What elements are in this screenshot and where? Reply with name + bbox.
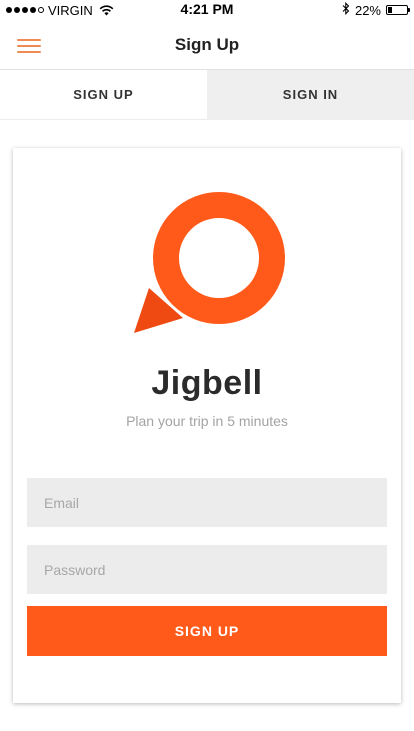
bluetooth-icon <box>342 1 350 18</box>
signal-dots-icon <box>6 7 44 13</box>
battery-fill <box>388 7 392 13</box>
battery-icon <box>386 5 410 15</box>
nav-bar: Sign Up <box>0 20 414 70</box>
password-field[interactable] <box>27 545 387 594</box>
carrier-name: VIRGIN <box>48 2 93 18</box>
signal-dot <box>14 7 20 13</box>
page-title: Sign Up <box>174 35 240 54</box>
email-field[interactable] <box>27 478 387 527</box>
tagline: Plan your trip in 5 minutes <box>126 413 288 429</box>
signal-dot <box>30 7 36 13</box>
status-left: VIRGIN <box>6 2 114 18</box>
speech-bubble-logo-icon <box>131 188 287 344</box>
tab-sign-up[interactable]: SIGN UP <box>0 70 207 120</box>
sign-up-button[interactable]: SIGN UP <box>27 606 387 656</box>
signal-dot <box>22 7 28 13</box>
signal-dot <box>6 7 12 13</box>
tab-sign-in[interactable]: SIGN IN <box>207 70 414 120</box>
battery-percent: 22% <box>354 2 381 18</box>
sign-up-card: Jigbell Plan your trip in 5 minutes SIGN… <box>13 148 401 703</box>
auth-tabs: SIGN UP SIGN IN <box>0 70 414 120</box>
status-right: 22% <box>342 1 410 18</box>
status-bar: VIRGIN 4:21 PM 22% <box>0 0 414 20</box>
app-name: Jigbell <box>151 364 263 402</box>
wifi-icon <box>99 4 114 16</box>
signal-dot-empty <box>38 7 44 13</box>
